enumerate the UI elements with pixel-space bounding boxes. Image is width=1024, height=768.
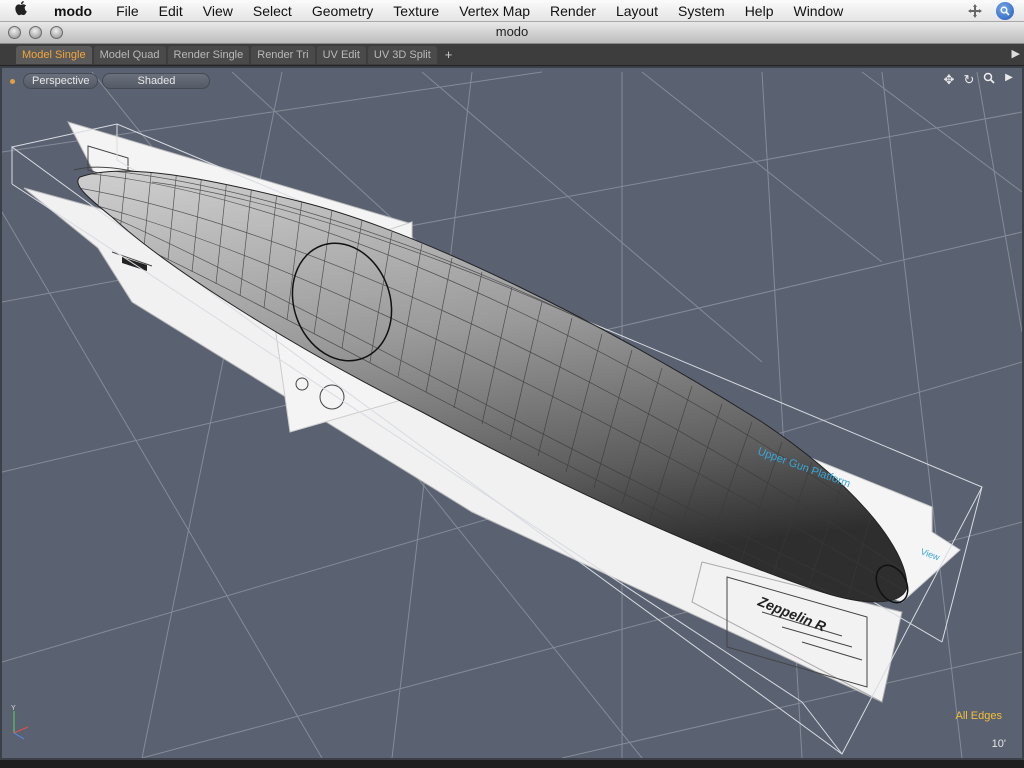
zoom-icon[interactable]: [982, 72, 996, 88]
tab-model-quad[interactable]: Model Quad: [93, 45, 166, 64]
menu-render[interactable]: Render: [540, 3, 606, 19]
menu-file[interactable]: File: [106, 3, 149, 19]
viewport-toolbar: Perspective Shaded: [10, 73, 211, 89]
grid-unit-label: 10': [991, 738, 1006, 750]
rotate-icon[interactable]: ↻: [962, 72, 976, 88]
tab-model-single[interactable]: Model Single: [16, 45, 92, 64]
move-icon[interactable]: [964, 0, 986, 22]
menu-select[interactable]: Select: [243, 3, 302, 19]
viewport-nav-icons: ✥ ↻ ▶: [942, 72, 1016, 88]
tab-render-tri[interactable]: Render Tri: [251, 45, 315, 64]
pan-icon[interactable]: ✥: [942, 72, 956, 88]
menu-system[interactable]: System: [668, 3, 735, 19]
apple-icon[interactable]: [0, 0, 42, 21]
menu-layout[interactable]: Layout: [606, 3, 668, 19]
shading-mode-dropdown[interactable]: Shaded: [102, 73, 211, 89]
menu-view[interactable]: View: [193, 3, 243, 19]
view-mode-dropdown[interactable]: Perspective: [23, 73, 99, 89]
menu-help[interactable]: Help: [735, 3, 784, 19]
3d-viewport[interactable]: Upper Gun Platform View Zeppelin R Persp…: [0, 66, 1024, 760]
menu-texture[interactable]: Texture: [383, 3, 449, 19]
tab-bar-handle[interactable]: [0, 44, 16, 66]
axis-gizmo-icon: Y: [8, 703, 32, 748]
spotlight-icon[interactable]: [994, 0, 1016, 22]
layout-tab-bar: Model Single Model Quad Render Single Re…: [0, 44, 1024, 66]
tab-uv-edit[interactable]: UV Edit: [316, 45, 366, 64]
tab-scroll-arrow-icon[interactable]: ▶: [1012, 47, 1020, 60]
airship-hull: [77, 170, 909, 604]
menu-vertex-map[interactable]: Vertex Map: [449, 3, 540, 19]
svg-text:Y: Y: [11, 705, 16, 712]
menu-edit[interactable]: Edit: [149, 3, 193, 19]
viewport-scene: Upper Gun Platform View Zeppelin R: [2, 71, 1022, 758]
window-title: modo: [495, 24, 529, 39]
window-title-bar: modo: [0, 22, 1024, 44]
app-name-menu[interactable]: modo: [42, 3, 106, 19]
tab-render-single[interactable]: Render Single: [167, 45, 250, 64]
menu-geometry[interactable]: Geometry: [302, 3, 383, 19]
tab-uv-3d-split[interactable]: UV 3D Split: [367, 45, 437, 64]
menu-window[interactable]: Window: [783, 3, 853, 19]
expand-icon[interactable]: ▶: [1002, 72, 1016, 88]
selection-mode-label: All Edges: [955, 710, 1002, 722]
window-bottom-edge: [0, 760, 1024, 768]
viewport-indicator-icon[interactable]: [10, 78, 15, 84]
menu-bar: modo File Edit View Select Geometry Text…: [0, 0, 1024, 22]
add-tab-button[interactable]: +: [439, 47, 459, 62]
